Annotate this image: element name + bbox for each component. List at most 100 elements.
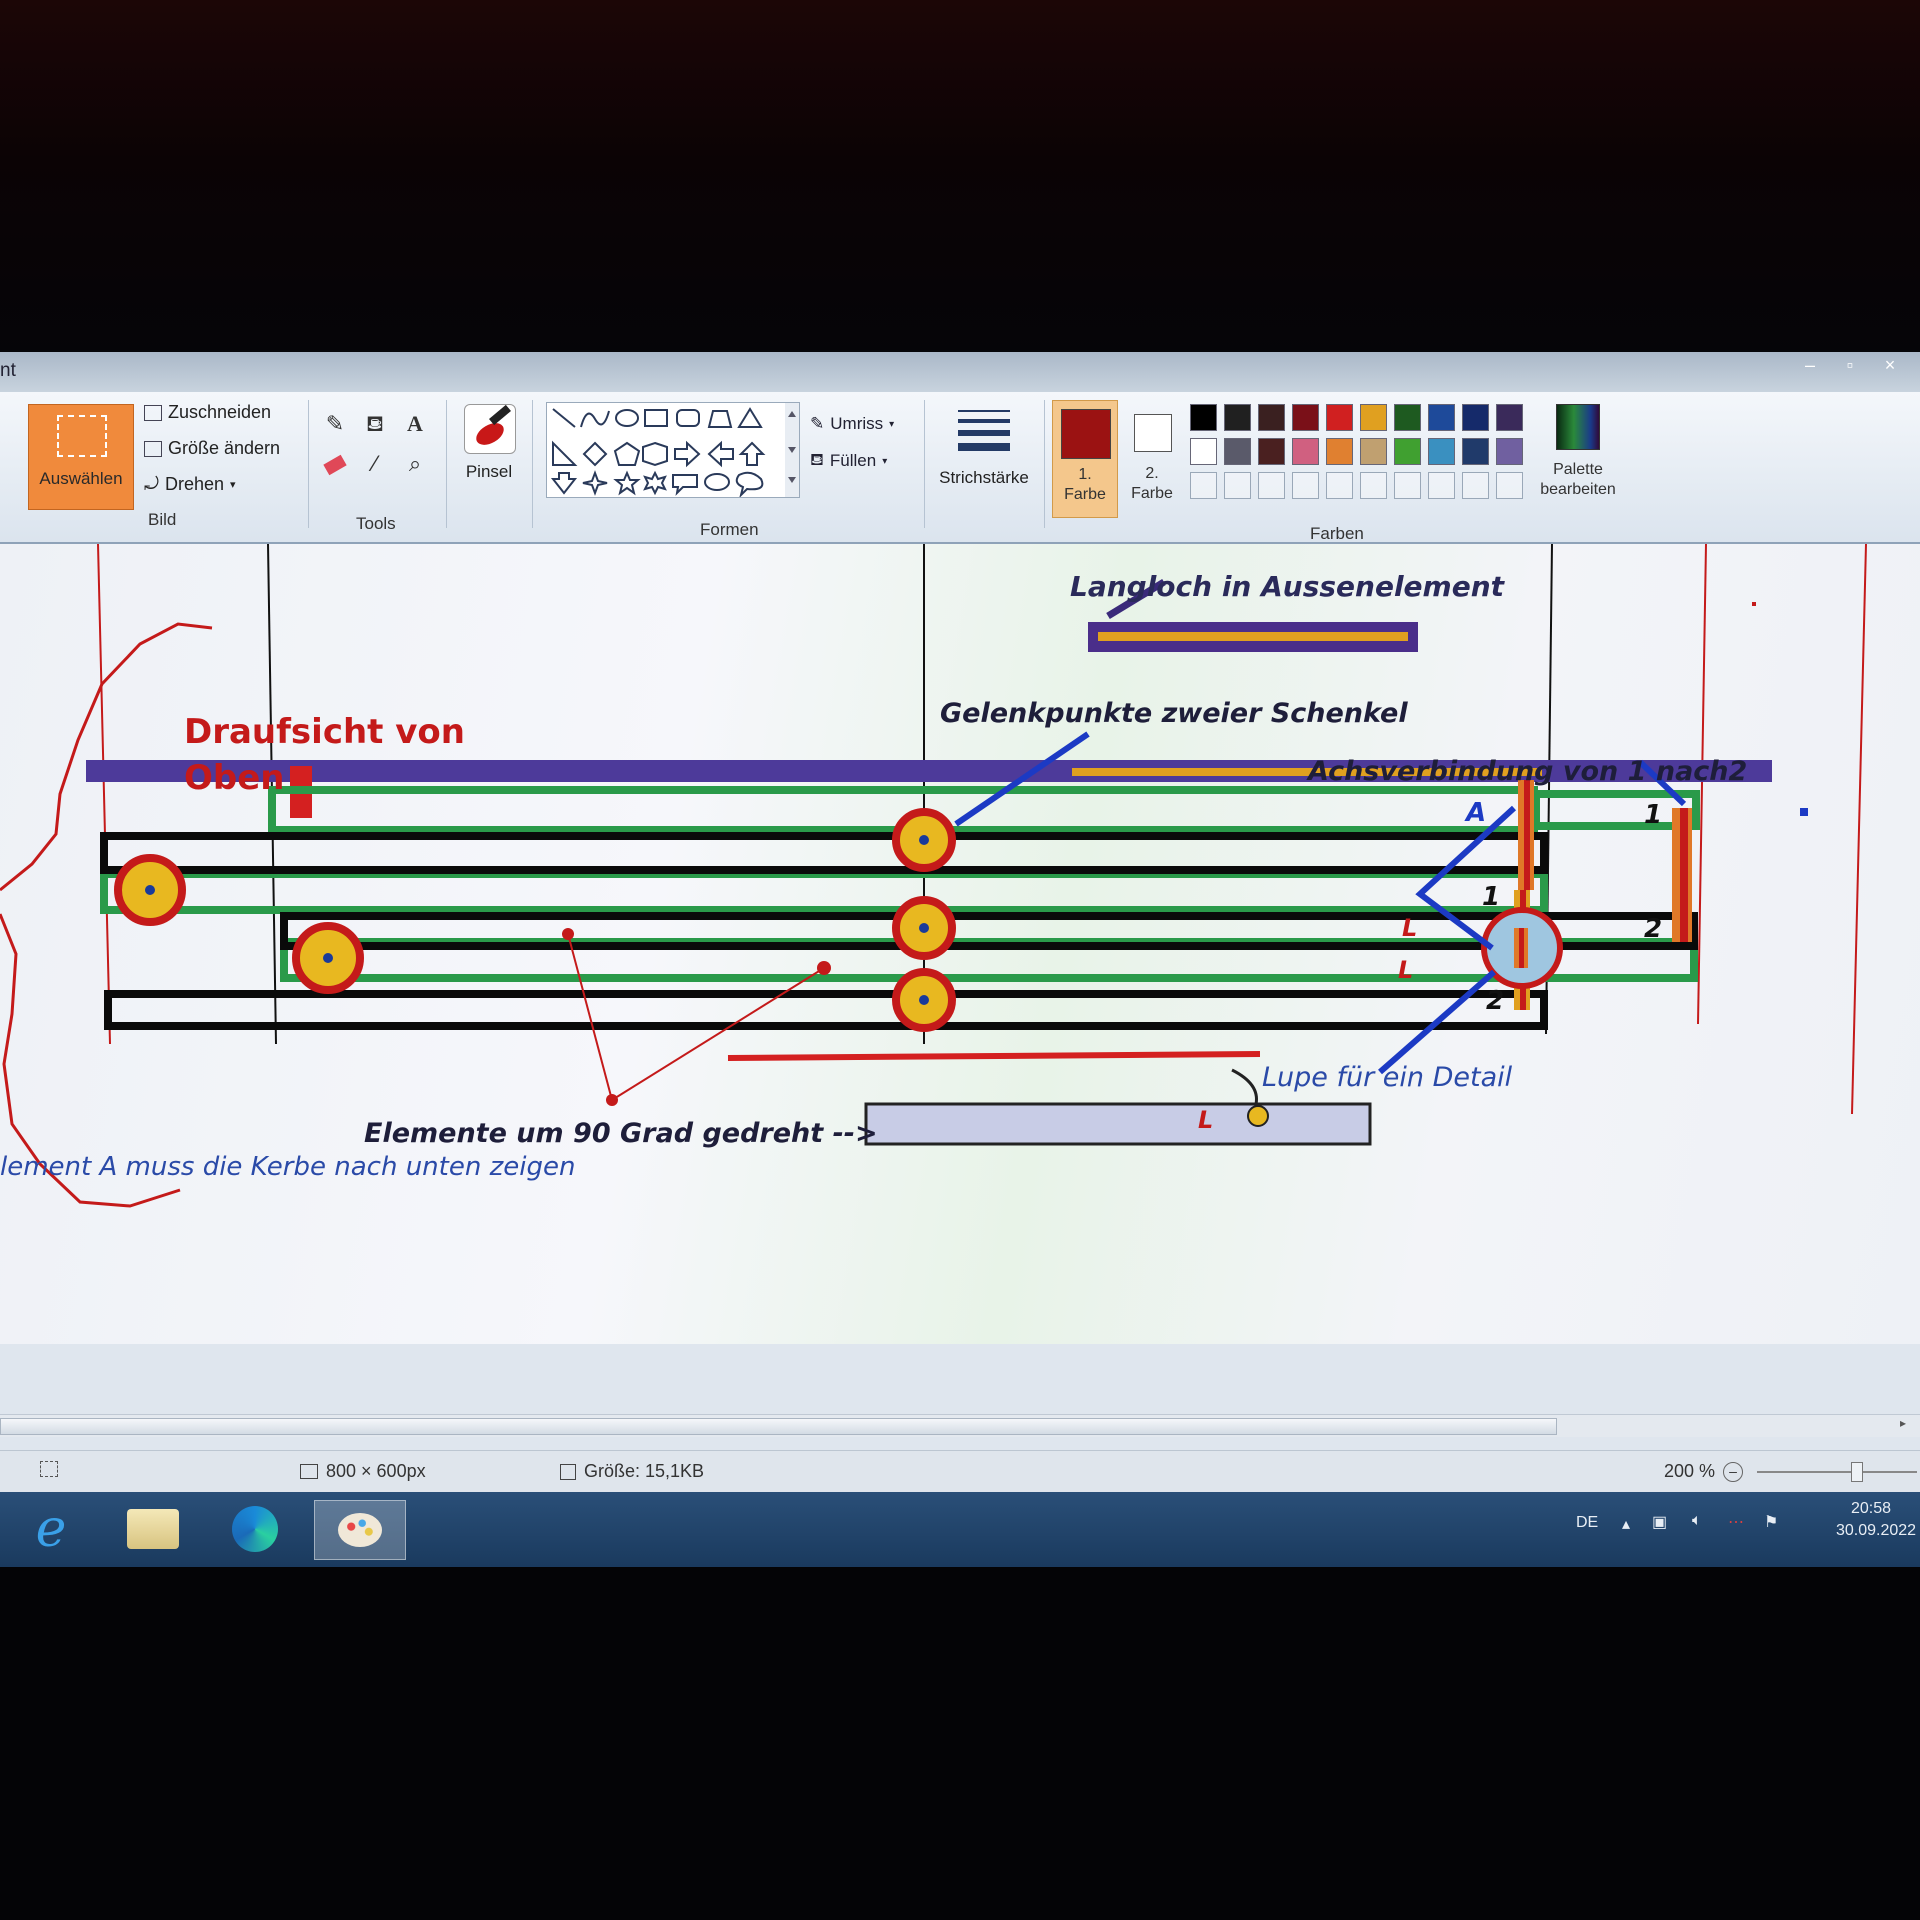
internet-explorer-icon[interactable]: e: [18, 1499, 84, 1559]
rotated-element: [864, 1102, 1372, 1146]
color-swatch[interactable]: [1326, 438, 1353, 465]
annotation-draufsicht-1: Draufsicht von: [184, 712, 465, 752]
eraser-icon[interactable]: [318, 448, 352, 480]
annotation-gelenkpunkte: Gelenkpunkte zweier Schenkel: [940, 698, 1408, 729]
taskbar: e DE ▴ ▣ 🔈︎ ⋯ ⚑ 20:58 30.09.2022: [0, 1492, 1920, 1567]
paint-taskbar-icon[interactable]: [314, 1500, 406, 1560]
select-icon: [57, 415, 107, 457]
magnifier-icon[interactable]: ⌕: [398, 448, 432, 480]
text-icon[interactable]: A: [398, 408, 432, 440]
color-swatch[interactable]: [1462, 404, 1489, 431]
color-swatch[interactable]: [1428, 472, 1455, 499]
color-swatch[interactable]: [1326, 472, 1353, 499]
scrollbar-thumb[interactable]: [0, 1418, 1557, 1435]
label-2: 2: [1644, 914, 1663, 944]
edge-browser-icon[interactable]: [222, 1500, 288, 1558]
pencil-icon[interactable]: ✎: [318, 408, 352, 440]
group-label-bild: Bild: [148, 510, 177, 529]
brush-label: Pinsel: [465, 462, 513, 481]
color-swatch[interactable]: [1462, 472, 1489, 499]
color-swatch[interactable]: [1496, 404, 1523, 431]
window-title: nt: [0, 360, 16, 381]
color-swatch[interactable]: [1190, 472, 1217, 499]
label-l: L: [1198, 1106, 1214, 1134]
outline-icon: ✎: [810, 414, 825, 433]
crop-label: Zuschneiden: [168, 402, 272, 422]
color-swatch[interactable]: [1496, 472, 1523, 499]
file-size: Größe: 15,1KB: [560, 1461, 704, 1482]
minimize-button[interactable]: –: [1790, 352, 1830, 380]
drawing-canvas[interactable]: Langloch in Aussenelement Draufsicht von…: [0, 544, 1920, 1344]
color-swatch[interactable]: [1394, 438, 1421, 465]
zoom-slider[interactable]: [1757, 1461, 1918, 1482]
action-center-flag-icon[interactable]: ⚑: [1764, 1512, 1778, 1532]
black-bar: [104, 990, 1548, 1030]
edit-palette-button[interactable]: Palette bearbeiten: [1532, 400, 1624, 512]
volume-icon[interactable]: 🔈︎: [1692, 1512, 1702, 1530]
color-swatch[interactable]: [1224, 438, 1251, 465]
color-swatch[interactable]: [1428, 438, 1455, 465]
brush-button[interactable]: Pinsel: [456, 400, 522, 500]
chevron-down-icon: ▾: [889, 418, 895, 430]
stroke-width-button[interactable]: Strichstärke: [934, 402, 1034, 502]
group-label-shapes: Formen: [700, 520, 759, 539]
color-swatch[interactable]: [1258, 404, 1285, 431]
network-icon[interactable]: ▣: [1652, 1512, 1667, 1532]
color-swatch[interactable]: [1360, 404, 1387, 431]
color-swatch[interactable]: [1428, 404, 1455, 431]
resize-label: Größe ändern: [168, 438, 281, 458]
fill-dropdown[interactable]: ⛾ Füllen ▾: [810, 450, 887, 472]
color-swatch[interactable]: [1292, 404, 1319, 431]
color1-swatch: [1061, 409, 1111, 459]
color-swatch[interactable]: [1360, 438, 1387, 465]
color-picker-icon[interactable]: ⁄: [358, 448, 392, 480]
color-swatch[interactable]: [1258, 472, 1285, 499]
select-button[interactable]: Auswählen: [28, 404, 134, 510]
group-label-colors: Farben: [1310, 524, 1364, 543]
color2-button[interactable]: 2. Farbe: [1124, 408, 1180, 518]
color1-button[interactable]: 1. Farbe: [1052, 400, 1118, 518]
zoom-slider-thumb[interactable]: [1851, 1461, 1864, 1482]
zoom-out-button[interactable]: –: [1723, 1461, 1744, 1482]
color-swatch[interactable]: [1462, 438, 1489, 465]
clock[interactable]: 20:58 30.09.2022: [1836, 1500, 1916, 1540]
crop-icon: [144, 404, 162, 421]
hinge-point: [114, 854, 186, 926]
fill-bucket-icon[interactable]: ⛾: [358, 408, 392, 440]
crop-button[interactable]: Zuschneiden: [144, 402, 271, 423]
chevron-down-icon: ▾: [882, 455, 888, 467]
color-swatch[interactable]: [1394, 404, 1421, 431]
shapes-gallery[interactable]: [546, 402, 800, 498]
hinge-point: [892, 896, 956, 960]
color-swatch[interactable]: [1258, 438, 1285, 465]
chevron-right-icon[interactable]: ▸: [1900, 1416, 1906, 1430]
resize-button[interactable]: Größe ändern: [144, 438, 280, 459]
dimensions-icon: [300, 1464, 318, 1479]
color-swatch[interactable]: [1224, 404, 1251, 431]
clock-time: 20:58: [1850, 1500, 1892, 1517]
ribbon-divider: [446, 400, 447, 528]
outline-dropdown[interactable]: ✎ Umriss ▾: [810, 414, 894, 434]
select-label: Auswählen: [39, 469, 123, 488]
color-swatch[interactable]: [1190, 404, 1217, 431]
language-indicator[interactable]: DE: [1576, 1514, 1598, 1532]
color-swatch[interactable]: [1394, 472, 1421, 499]
chevron-up-icon[interactable]: ▴: [1622, 1514, 1630, 1534]
file-explorer-icon[interactable]: [120, 1500, 186, 1558]
color-swatch[interactable]: [1292, 472, 1319, 499]
network-warning-icon[interactable]: ⋯: [1728, 1512, 1744, 1532]
close-button[interactable]: ×: [1870, 352, 1910, 380]
label-2: 2: [1486, 986, 1505, 1016]
color-swatch[interactable]: [1190, 438, 1217, 465]
horizontal-scrollbar[interactable]: ▸: [0, 1414, 1920, 1437]
maximize-button[interactable]: ▫: [1830, 352, 1870, 380]
outline-label: Umriss: [830, 414, 884, 433]
window-controls: – ▫ ×: [1790, 352, 1910, 380]
color-swatch[interactable]: [1224, 472, 1251, 499]
color-swatch[interactable]: [1292, 438, 1319, 465]
edit-palette-label: Palette bearbeiten: [1540, 461, 1616, 498]
color-swatch[interactable]: [1326, 404, 1353, 431]
rotate-button[interactable]: ⤾ Drehen ▾: [144, 474, 236, 495]
color-swatch[interactable]: [1496, 438, 1523, 465]
color-swatch[interactable]: [1360, 472, 1387, 499]
